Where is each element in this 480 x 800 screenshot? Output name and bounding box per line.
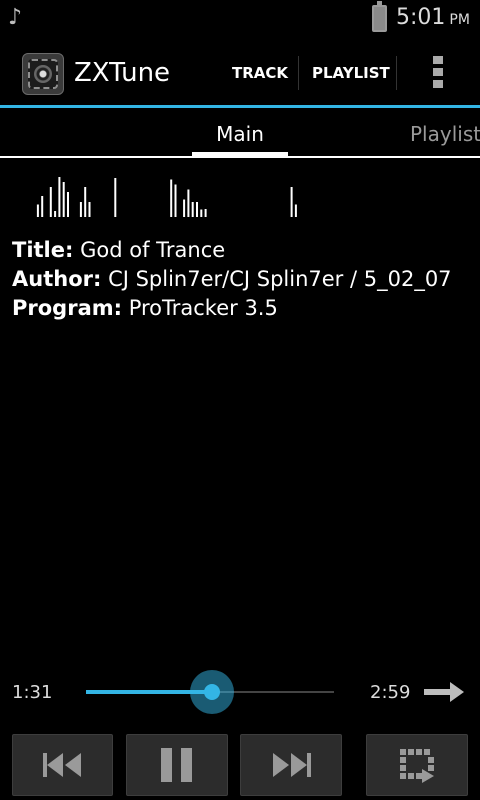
tab-bar: Main Playlist [0,110,480,158]
spectrum-bar [187,189,190,217]
spectrum-bar [41,196,44,217]
spectrum-bar [79,202,82,217]
spectrum-bar [294,204,297,217]
title-value: God of Trance [80,238,226,262]
playlist-button[interactable]: PLAYLIST [312,38,390,108]
arrow-right-icon[interactable] [424,680,466,704]
next-button[interactable] [240,734,342,796]
author-value: CJ Splin7er/CJ Splin7er / 5_02_07 [108,267,452,291]
previous-icon [42,753,81,777]
spectrum-bar [88,202,91,217]
spectrum-bar [58,177,61,217]
seek-bar[interactable] [86,670,334,714]
action-divider [298,56,299,90]
author-row: Author: CJ Splin7er/CJ Splin7er / 5_02_0… [12,265,452,294]
current-time: 1:31 [12,682,53,703]
status-time: 5:01 PM [396,5,470,30]
title-label: Title: [12,238,74,262]
spectrum-bar [183,199,186,217]
status-ampm: PM [449,12,470,28]
previous-button[interactable] [12,734,113,796]
title-row: Title: God of Trance [12,236,452,265]
spectrum-analyzer [36,177,297,217]
author-label: Author: [12,267,102,291]
spectrum-bar [36,204,39,217]
spectrum-bar [196,202,198,217]
spectrum-bar [114,178,117,217]
pause-button[interactable] [126,734,228,796]
music-note-icon: ♪ [8,5,23,30]
tab-playlist[interactable]: Playlist [410,122,480,146]
app-title: ZXTune [74,58,171,88]
app-icon[interactable] [22,53,64,95]
status-time-value: 5:01 [396,5,446,30]
program-label: Program: [12,296,123,320]
tab-main[interactable]: Main [192,122,288,146]
spectrum-bar [204,209,207,217]
spectrum-bar [191,202,194,217]
spectrum-bar [290,187,293,217]
spectrum-bar [174,184,177,217]
next-icon [273,753,311,777]
spectrum-bar [49,187,52,217]
program-value: ProTracker 3.5 [128,296,278,320]
speaker-icon [34,65,52,83]
status-bar: ♪ 5:01 PM [0,0,480,38]
spectrum-bar [54,211,57,217]
seek-thumb[interactable] [189,670,234,714]
spectrum-bar [170,179,173,217]
track-button[interactable]: TRACK [232,38,288,108]
battery-icon [372,1,387,32]
overflow-menu-icon[interactable] [428,56,448,92]
spectrum-bar [200,209,203,217]
total-time: 2:59 [370,682,411,703]
spectrum-bar [62,182,65,217]
repeat-icon [400,749,434,783]
program-row: Program: ProTracker 3.5 [12,294,452,323]
pause-icon [161,748,192,782]
action-bar: ZXTune TRACK PLAYLIST [0,38,480,108]
action-divider [396,56,397,90]
repeat-button[interactable] [366,734,468,796]
spectrum-bar [84,187,87,217]
track-info: Title: God of Trance Author: CJ Splin7er… [12,236,452,323]
spectrum-bar [67,192,69,217]
tab-indicator [192,152,288,156]
